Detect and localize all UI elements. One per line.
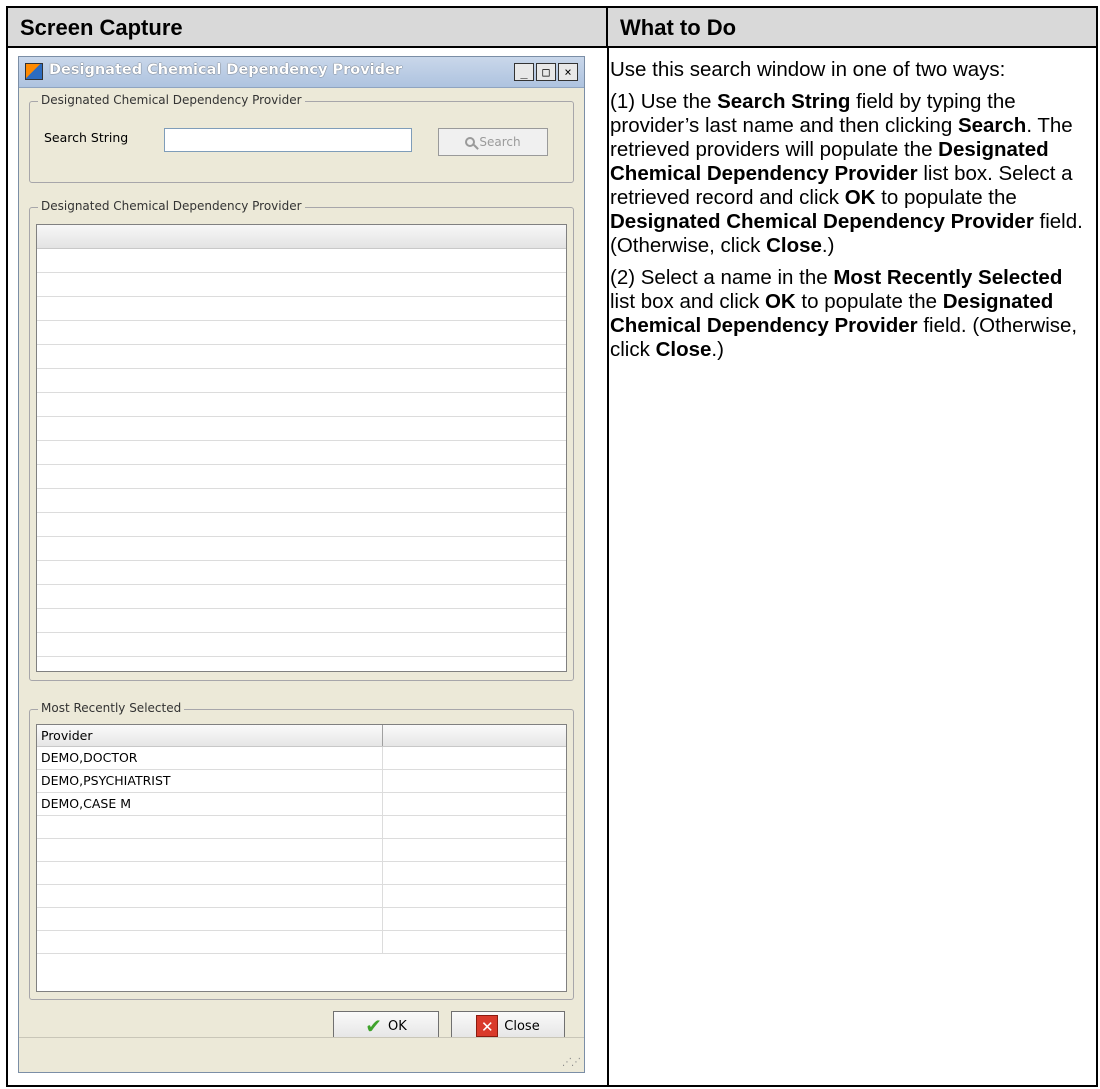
results-list-row[interactable] — [37, 345, 566, 369]
provider-column-header[interactable]: Provider — [37, 725, 383, 746]
instructions-intro: Use this search window in one of two way… — [610, 58, 1006, 81]
results-list-row[interactable] — [37, 537, 566, 561]
recent-listbox[interactable]: Provider DEMO,DOCTOR DEMO,PSYCHIATRIST DEM… — [36, 724, 567, 992]
minimize-button[interactable]: _ — [514, 63, 534, 81]
recent-group-title: Most Recently Selected — [38, 701, 185, 715]
provider-search-dialog: Designated Chemical Dependency Provider … — [18, 56, 585, 1073]
results-list-row[interactable] — [37, 465, 566, 489]
provider-name-cell: DEMO,DOCTOR — [37, 747, 383, 769]
maximize-button[interactable]: □ — [536, 63, 556, 81]
recent-list-row[interactable] — [37, 931, 566, 954]
dialog-titlebar: Designated Chemical Dependency Provider … — [19, 57, 584, 88]
recent-list-row[interactable] — [37, 908, 566, 931]
results-list-row[interactable] — [37, 273, 566, 297]
recent-list-header: Provider — [37, 725, 566, 747]
search-button-label: Search — [479, 135, 521, 149]
instructions-step-2: (2) Select a name in the Most Recently S… — [610, 266, 1078, 361]
search-string-label: Search String — [44, 130, 129, 145]
recent-group: Most Recently Selected Provider DEMO,DOC… — [29, 701, 574, 1000]
results-list-row[interactable] — [37, 489, 566, 513]
provider-name-cell: DEMO,PSYCHIATRIST — [37, 770, 383, 792]
results-list-row[interactable] — [37, 417, 566, 441]
results-list-row[interactable] — [37, 321, 566, 345]
search-group-title: Designated Chemical Dependency Provider — [38, 93, 305, 107]
results-list-row[interactable] — [37, 369, 566, 393]
results-list-row[interactable] — [37, 609, 566, 633]
search-group: Designated Chemical Dependency Provider … — [29, 93, 574, 183]
header-screen-capture: Screen Capture — [8, 8, 608, 48]
close-icon: ✕ — [476, 1015, 499, 1037]
instructions: Use this search window in one of two way… — [610, 58, 1084, 370]
window-controls: _ □ × — [514, 63, 578, 81]
provider-name-cell — [37, 816, 383, 838]
instructions-step-1: (1) Use the Search String field by typin… — [610, 90, 1083, 257]
recent-list-row[interactable] — [37, 885, 566, 908]
results-list-row[interactable] — [37, 513, 566, 537]
results-list-row[interactable] — [37, 297, 566, 321]
results-list-row[interactable] — [37, 393, 566, 417]
recent-list-row[interactable]: DEMO,DOCTOR — [37, 747, 566, 770]
provider-name-cell — [37, 885, 383, 907]
provider-name-cell — [37, 839, 383, 861]
search-string-input[interactable] — [164, 128, 412, 152]
results-listbox[interactable] — [36, 224, 567, 672]
column-divider — [607, 48, 609, 1085]
provider-name-cell — [37, 908, 383, 930]
recent-list-row[interactable] — [37, 816, 566, 839]
provider-name-cell: DEMO,CASE M — [37, 793, 383, 815]
recent-list-row[interactable] — [37, 862, 566, 885]
recent-list-row[interactable]: DEMO,CASE M — [37, 793, 566, 816]
header-what-to-do: What to Do — [608, 8, 1096, 48]
close-window-button[interactable]: × — [558, 63, 578, 81]
provider-name-cell — [37, 931, 383, 953]
app-icon — [25, 63, 43, 80]
resize-grip-icon[interactable]: ⋰⋰ — [562, 1057, 581, 1068]
results-list-row[interactable] — [37, 561, 566, 585]
results-list-header — [37, 225, 566, 249]
results-group-title: Designated Chemical Dependency Provider — [38, 199, 305, 213]
close-button-label: Close — [504, 1018, 540, 1034]
recent-list-row[interactable] — [37, 839, 566, 862]
dialog-title: Designated Chemical Dependency Provider — [49, 62, 402, 78]
results-list-row[interactable] — [37, 249, 566, 273]
search-button[interactable]: Search — [438, 128, 548, 156]
provider-name-cell — [37, 862, 383, 884]
ok-button-label: OK — [388, 1018, 407, 1034]
results-group: Designated Chemical Dependency Provider — [29, 199, 574, 681]
results-list-row[interactable] — [37, 585, 566, 609]
recent-list-row[interactable]: DEMO,PSYCHIATRIST — [37, 770, 566, 793]
check-icon: ✔ — [365, 1014, 382, 1038]
status-bar: ⋰⋰ — [19, 1037, 584, 1072]
results-list-row[interactable] — [37, 633, 566, 657]
results-list-row[interactable] — [37, 441, 566, 465]
magnifier-icon — [465, 137, 476, 147]
